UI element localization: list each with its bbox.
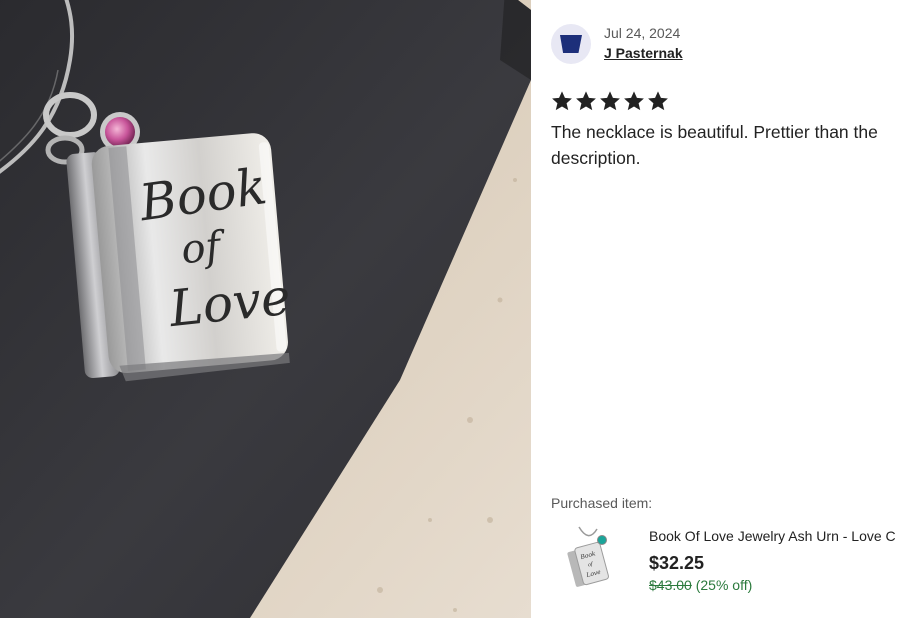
necklace-photo: Book of Love bbox=[0, 0, 531, 618]
discount-percent: (25% off) bbox=[695, 577, 753, 593]
star-icon bbox=[624, 91, 644, 111]
star-icon bbox=[600, 91, 620, 111]
review-text: The necklace is beautiful. Prettier than… bbox=[551, 122, 878, 168]
product-title-link[interactable]: Book Of Love Jewelry Ash Urn - Love C bbox=[649, 528, 916, 544]
product-image: Book of Love bbox=[561, 525, 619, 591]
review-date: Jul 24, 2024 bbox=[604, 25, 681, 41]
original-price: $43.00 bbox=[649, 577, 692, 593]
reviewer-name-link[interactable]: J Pasternak bbox=[604, 45, 683, 61]
avatar[interactable] bbox=[551, 24, 591, 64]
review-photo[interactable]: Book of Love bbox=[0, 0, 531, 618]
price-discount-line: $43.00 (25% off) bbox=[649, 577, 752, 593]
star-rating bbox=[551, 90, 669, 112]
purchased-item-label: Purchased item: bbox=[551, 495, 653, 511]
avatar-cup-icon bbox=[560, 35, 582, 53]
star-icon bbox=[552, 91, 572, 111]
star-icon bbox=[576, 91, 596, 111]
product-thumbnail[interactable]: Book of Love bbox=[561, 525, 619, 591]
review-panel: Jul 24, 2024 J Pasternak The necklace is… bbox=[531, 0, 916, 618]
star-icon bbox=[648, 91, 668, 111]
product-price: $32.25 bbox=[649, 553, 705, 573]
